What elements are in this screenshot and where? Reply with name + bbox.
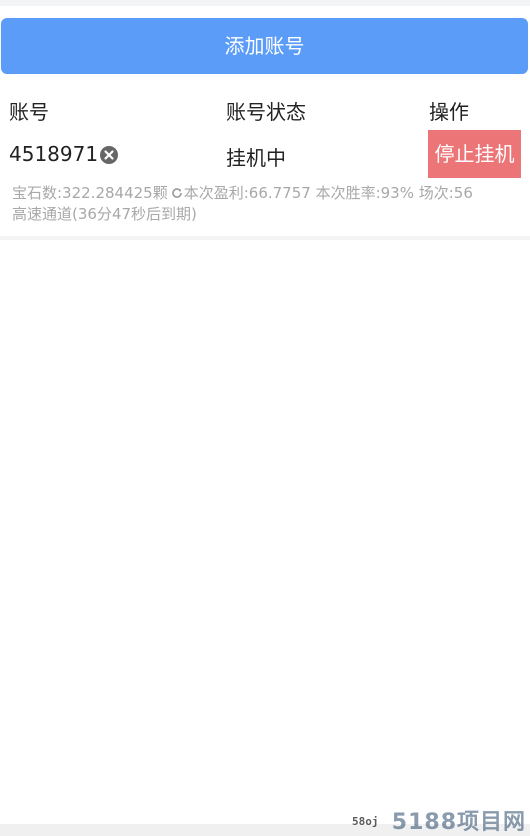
account-info: 宝石数:322.284425颗 本次盈利:66.7757 本次胜率:93% 场次…: [12, 183, 524, 225]
row-divider: [0, 236, 530, 240]
page: 添加账号 账号 账号状态 操作 4518971 挂机中 停止挂机 宝石数:322…: [0, 0, 530, 836]
refresh-icon[interactable]: [171, 187, 183, 199]
account-status: 挂机中: [226, 146, 286, 170]
stop-hangup-button[interactable]: 停止挂机: [428, 130, 521, 178]
header-status: 账号状态: [226, 100, 306, 124]
table-header: 账号 账号状态 操作: [0, 96, 530, 124]
info-line-2: 高速通道(36分47秒后到期): [12, 205, 197, 223]
table-row: 4518971 挂机中 停止挂机: [0, 130, 530, 178]
watermark-small: 58oj: [352, 815, 379, 828]
info-line-1: 宝石数:322.284425颗 本次盈利:66.7757 本次胜率:93% 场次…: [12, 183, 524, 204]
header-action: 操作: [429, 100, 469, 124]
watermark: 5188项目网: [391, 810, 526, 835]
add-account-button[interactable]: 添加账号: [1, 18, 528, 74]
gem-count: 宝石数:322.284425颗: [12, 184, 168, 202]
top-strip: [0, 0, 530, 6]
session-stats: 本次盈利:66.7757 本次胜率:93% 场次:56: [183, 184, 473, 202]
header-account: 账号: [9, 100, 49, 124]
account-id: 4518971: [9, 142, 99, 166]
circle-x-icon[interactable]: [99, 145, 119, 165]
